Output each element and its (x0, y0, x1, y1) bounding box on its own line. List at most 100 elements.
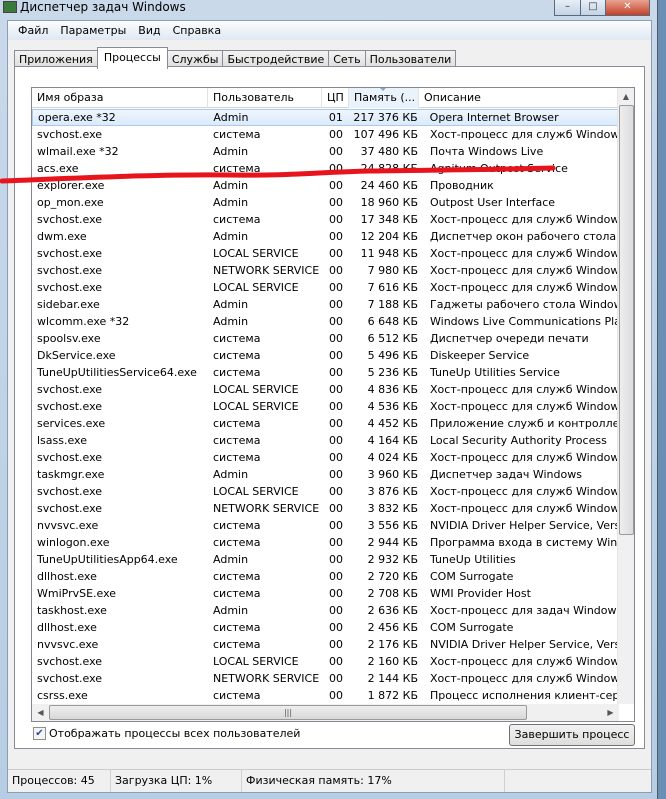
menu-file[interactable]: Файл (12, 24, 54, 37)
process-memory: 18 960 КБ (360, 196, 418, 209)
process-row[interactable]: opera.exe *32 Admin 01 217 376 КБ Opera Inte… (32, 109, 619, 126)
scroll-right-icon[interactable]: ▶ (602, 704, 619, 721)
process-row[interactable]: svchost.exe LOCAL SERVICE 00 2 160 КБ Хост-п… (32, 653, 619, 670)
process-row[interactable]: svchost.exe LOCAL SERVICE 00 4 536 КБ Хост-п… (32, 398, 619, 415)
horizontal-scroll-thumb[interactable]: ||| (49, 705, 527, 720)
process-cpu: 00 (329, 417, 343, 430)
process-row[interactable]: TuneUpUtilitiesService64.exe система 00 5 2… (32, 364, 619, 381)
process-description: Хост-процесс для задач Windows (430, 604, 619, 617)
process-row[interactable]: wlcomm.exe *32 Admin 00 6 648 КБ Windows Liv… (32, 313, 619, 330)
process-row[interactable]: svchost.exe NETWORK SERVICE 00 2 144 КБ Хост… (32, 670, 619, 687)
process-row[interactable]: DkService.exe система 00 5 496 КБ Diskeeper … (32, 347, 619, 364)
process-row[interactable]: svchost.exe система 00 4 024 КБ Хост-процесс… (32, 449, 619, 466)
process-row[interactable]: svchost.exe NETWORK SERVICE 00 7 980 КБ Хост… (32, 262, 619, 279)
process-row[interactable]: taskhost.exe Admin 00 2 636 КБ Хост-процесс … (32, 602, 619, 619)
process-user: система (213, 162, 261, 175)
close-button[interactable]: ✕ (605, 0, 650, 16)
process-name: dllhost.exe (37, 570, 97, 583)
title-bar[interactable]: Диспетчер задач Windows – □ ✕ (0, 0, 658, 19)
process-row[interactable]: taskmgr.exe Admin 00 3 960 КБ Диспетчер зада… (32, 466, 619, 483)
menu-options[interactable]: Параметры (54, 24, 132, 37)
process-user: NETWORK SERVICE (213, 264, 320, 277)
process-row[interactable]: spoolsv.exe система 00 6 512 КБ Диспетчер оч… (32, 330, 619, 347)
process-name: svchost.exe (37, 400, 103, 413)
process-description: Хост-процесс для служб Windows (430, 655, 619, 668)
process-description: TuneUp Utilities (430, 553, 516, 566)
column-user[interactable]: Пользователь (208, 88, 322, 108)
process-user: LOCAL SERVICE (213, 247, 299, 260)
process-row[interactable]: lsass.exe система 00 4 164 КБ Local Security… (32, 432, 619, 449)
process-row[interactable]: dllhost.exe система 00 2 720 КБ COM Surrogat… (32, 568, 619, 585)
process-row[interactable]: csrss.exe система 00 1 872 КБ Процесс исполн… (32, 687, 619, 704)
process-user: система (213, 417, 261, 430)
process-row[interactable]: svchost.exe система 00 17 348 КБ Хост-процес… (32, 211, 619, 228)
vertical-scroll-thumb[interactable] (619, 105, 634, 535)
vertical-scrollbar[interactable]: ▲ (617, 88, 634, 704)
process-row[interactable]: nvvsvc.exe система 00 2 176 КБ NVIDIA Driver… (32, 636, 619, 653)
process-row[interactable]: nvvsvc.exe система 00 3 556 КБ NVIDIA Driver… (32, 517, 619, 534)
process-memory: 2 932 КБ (367, 553, 418, 566)
process-name: dllhost.exe (37, 621, 97, 634)
process-user: Admin (213, 196, 249, 209)
process-row[interactable]: sidebar.exe Admin 00 7 188 КБ Гаджеты рабоче… (32, 296, 619, 313)
process-row[interactable]: services.exe система 00 4 452 КБ Приложение … (32, 415, 619, 432)
tab-processes[interactable]: Процессы (96, 47, 168, 69)
process-row[interactable]: explorer.exe Admin 00 24 460 КБ Проводник (32, 177, 619, 194)
end-process-button[interactable]: Завершить процесс (509, 724, 635, 746)
process-name: opera.exe *32 (38, 111, 116, 124)
column-image-name[interactable]: Имя образа (32, 88, 208, 108)
process-row[interactable]: TuneUpUtilitiesApp64.exe Admin 00 2 932 КБ T… (32, 551, 619, 568)
process-memory: 6 512 КБ (367, 332, 418, 345)
process-user: система (213, 213, 261, 226)
process-memory: 2 160 КБ (367, 655, 418, 668)
show-all-checkbox[interactable]: ✔ (33, 727, 46, 740)
process-cpu: 00 (329, 468, 343, 481)
process-row[interactable]: winlogon.exe система 00 2 944 КБ Программа в… (32, 534, 619, 551)
process-user: Admin (213, 145, 249, 158)
process-cpu: 00 (329, 128, 343, 141)
scroll-left-icon[interactable]: ◀ (32, 704, 49, 721)
process-cpu: 00 (329, 281, 343, 294)
menu-help[interactable]: Справка (167, 24, 227, 37)
column-description[interactable]: Описание (419, 88, 619, 108)
process-memory: 4 024 КБ (367, 451, 418, 464)
process-cpu: 00 (329, 247, 343, 260)
process-description: TuneUp Utilities Service (430, 366, 560, 379)
process-memory: 4 164 КБ (367, 434, 418, 447)
process-row[interactable]: svchost.exe LOCAL SERVICE 00 7 616 КБ Хост-п… (32, 279, 619, 296)
minimize-button[interactable]: – (554, 0, 581, 16)
process-name: svchost.exe (37, 383, 103, 396)
menu-view[interactable]: Вид (132, 24, 166, 37)
process-row[interactable]: svchost.exe LOCAL SERVICE 00 4 836 КБ Хост-п… (32, 381, 619, 398)
process-user: система (213, 434, 261, 447)
scroll-up-icon[interactable]: ▲ (618, 88, 634, 105)
process-cpu: 00 (329, 638, 343, 651)
process-cpu: 00 (329, 400, 343, 413)
process-description: Outpost User Interface (430, 196, 556, 209)
maximize-button[interactable]: □ (580, 0, 606, 16)
process-memory: 2 708 КБ (367, 587, 418, 600)
process-description: Diskeeper Service (430, 349, 530, 362)
column-memory[interactable]: Память (... (349, 88, 419, 108)
horizontal-scrollbar[interactable]: ◀ ||| ▶ (32, 704, 619, 721)
process-description: Хост-процесс для служб Windows (430, 451, 619, 464)
process-row[interactable]: dwm.exe Admin 00 12 204 КБ Диспетчер окон ра… (32, 228, 619, 245)
process-user: Admin (213, 179, 249, 192)
process-row[interactable]: svchost.exe LOCAL SERVICE 00 11 948 КБ Хост-… (32, 245, 619, 262)
process-user: система (213, 638, 261, 651)
task-manager-icon (3, 1, 17, 13)
process-name: acs.exe (37, 162, 79, 175)
process-row[interactable]: WmiPrvSE.exe система 00 2 708 КБ WMI Provide… (32, 585, 619, 602)
process-row[interactable]: op_mon.exe Admin 00 18 960 КБ Outpost User I… (32, 194, 619, 211)
process-description: NVIDIA Driver Helper Service, Version 1 (430, 638, 619, 651)
process-row[interactable]: wlmail.exe *32 Admin 00 37 480 КБ Почта Wind… (32, 143, 619, 160)
process-row[interactable]: svchost.exe система 00 107 496 КБ Хост-проце… (32, 126, 619, 143)
process-row[interactable]: dllhost.exe система 00 2 456 КБ COM Surrogat… (32, 619, 619, 636)
process-user: Admin (213, 315, 249, 328)
show-all-processes[interactable]: ✔ Отображать процессы всех пользователей (33, 727, 300, 740)
process-row[interactable]: svchost.exe NETWORK SERVICE 00 3 832 КБ Хост… (32, 500, 619, 517)
process-row[interactable]: acs.exe система 00 24 828 КБ Agnitum Outpost… (32, 160, 619, 177)
process-cpu: 00 (329, 196, 343, 209)
process-row[interactable]: svchost.exe LOCAL SERVICE 00 3 876 КБ Хост-п… (32, 483, 619, 500)
column-cpu[interactable]: ЦП (322, 88, 349, 108)
